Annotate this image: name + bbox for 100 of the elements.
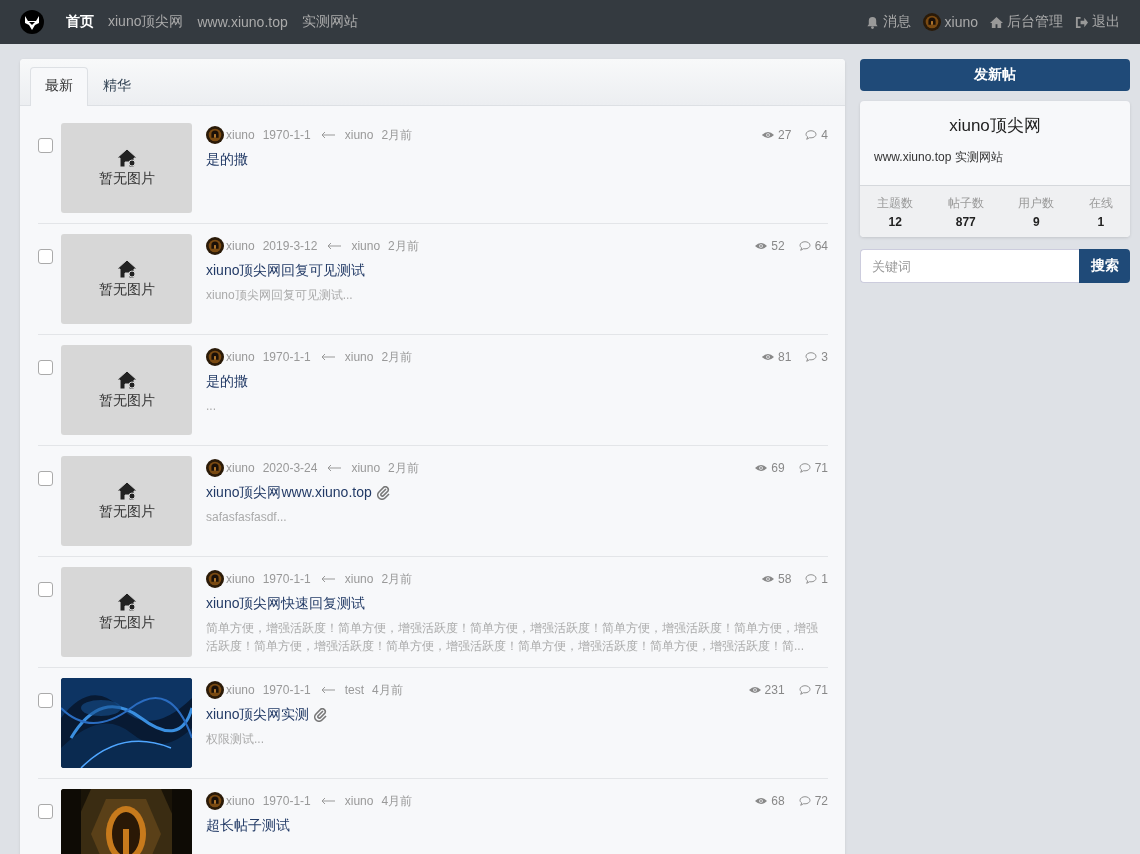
bell-icon [865,15,879,29]
stat-value: 877 [955,215,976,229]
tab[interactable]: 最新 [30,67,88,106]
logout-icon [1075,15,1088,29]
post-date: 1970-1-1 [262,128,311,142]
comment-icon [798,796,811,806]
thread-title[interactable]: xiuno顶尖网快速回复测试 [206,595,366,613]
thread-excerpt: xiuno顶尖网回复可见测试... [206,287,354,304]
reply-count: 4 [821,128,828,142]
no-image-text: 暂无图片 [98,392,155,410]
author-name[interactable]: xiuno [226,239,255,253]
nav-link[interactable]: 后台管理 [1007,13,1063,31]
last-reply-user[interactable]: xiuno [351,239,381,253]
arrow-icon [320,354,335,360]
post-date: 2019-3-12 [262,239,318,253]
checkbox[interactable] [38,471,53,486]
eye-icon [748,685,761,695]
stat-label: 用户数 [1018,195,1055,212]
checkbox[interactable] [38,249,53,264]
last-reply-time: 4月前 [372,681,403,699]
paperclip-icon [314,708,329,722]
no-image-text: 暂无图片 [98,503,155,521]
paperclip-icon [376,486,391,500]
post-date: 1970-1-1 [262,683,311,697]
author-name[interactable]: xiuno [226,350,255,364]
view-count: 69 [771,461,785,475]
arrow-icon [327,243,342,249]
last-reply-user[interactable]: xiuno [344,794,374,808]
last-reply-user[interactable]: xiuno [351,461,381,475]
stat-value: 12 [888,215,902,229]
new-post-button[interactable]: 发新帖 [860,59,1130,91]
author-name[interactable]: xiuno [226,794,255,808]
reply-count: 1 [821,572,828,586]
eye-icon [755,241,768,251]
checkbox[interactable] [38,693,53,708]
tab[interactable]: 精华 [88,67,146,106]
arrow-icon [320,687,335,693]
search-button[interactable]: 搜索 [1079,249,1130,283]
comment-icon [805,574,818,584]
nav-link[interactable]: 首页 [66,13,94,31]
checkbox[interactable] [38,582,53,597]
stat-label: 在线 [1088,195,1113,212]
thread-excerpt: 权限测试... [206,731,265,748]
site-description: www.xiuno.top 实测网站 [873,149,1004,166]
author-name[interactable]: xiuno [226,572,255,586]
thread-title[interactable]: 是的撒 [206,151,248,169]
stat-value: 9 [1032,215,1040,229]
thread-title[interactable]: 超长帖子测试 [206,817,290,835]
eye-icon [755,796,768,806]
no-image-text: 暂无图片 [98,281,155,299]
reply-count: 3 [821,350,828,364]
arrow-icon [320,576,335,582]
comment-icon [798,463,811,473]
search-field[interactable]: 关键词 [860,249,1079,283]
comment-icon [798,685,811,695]
nav-link[interactable]: www.xiuno.top [197,14,288,30]
thread-excerpt: 简单方便，增强活跃度！简单方便，增强活跃度！简单方便，增强活跃度！简单方便，增强活跃度！简单方便，增强活跃度！简单方便，增强活跃度！简单方便，增强活跃度！简单方便，增强活跃度！简单方便，增强活跃度！简... [206,620,819,655]
avatar-icon [206,681,224,699]
author-name[interactable]: xiuno [226,461,255,475]
checkbox[interactable] [38,360,53,375]
avatar-icon [206,126,224,144]
nav-link[interactable]: xiuno [944,14,978,30]
nav-link[interactable]: 消息 [882,13,911,31]
logo-icon[interactable] [20,10,44,34]
avatar-icon [206,459,224,477]
last-reply-time: 2月前 [388,237,419,255]
view-count: 231 [764,683,785,697]
thread-title[interactable]: 是的撒 [206,373,248,391]
comment-icon [798,241,811,251]
house-icon [116,259,137,279]
eye-icon [761,130,774,140]
nav-link[interactable]: 实测网站 [301,13,358,31]
no-image-text: 暂无图片 [98,170,155,188]
avatar-icon [206,792,224,810]
house-icon [116,592,137,612]
thread-title[interactable]: xiuno顶尖网www.xiuno.top [206,484,372,502]
nav-link[interactable]: xiuno顶尖网 [108,13,184,31]
last-reply-user[interactable]: xiuno [344,572,374,586]
author-name[interactable]: xiuno [226,683,255,697]
arrow-icon [320,132,335,138]
last-reply-user[interactable]: test [344,683,365,697]
reply-count: 71 [814,461,828,475]
checkbox[interactable] [38,804,53,819]
nav-link[interactable]: 退出 [1092,13,1120,31]
thread-title[interactable]: xiuno顶尖网回复可见测试 [206,262,366,280]
checkbox[interactable] [38,138,53,153]
comment-icon [805,352,818,362]
house-icon [116,370,137,390]
no-image-text: 暂无图片 [98,614,155,632]
site-name: xiuno顶尖网 [948,115,1042,137]
author-name[interactable]: xiuno [226,128,255,142]
last-reply-user[interactable]: xiuno [344,350,374,364]
last-reply-time: 2月前 [381,570,413,588]
house-icon [116,481,137,501]
eye-icon [761,352,774,362]
comment-icon [805,130,818,140]
post-date: 2020-3-24 [262,461,318,475]
last-reply-user[interactable]: xiuno [344,128,374,142]
avatar-icon [206,570,224,588]
thread-title[interactable]: xiuno顶尖网实测 [206,706,310,724]
